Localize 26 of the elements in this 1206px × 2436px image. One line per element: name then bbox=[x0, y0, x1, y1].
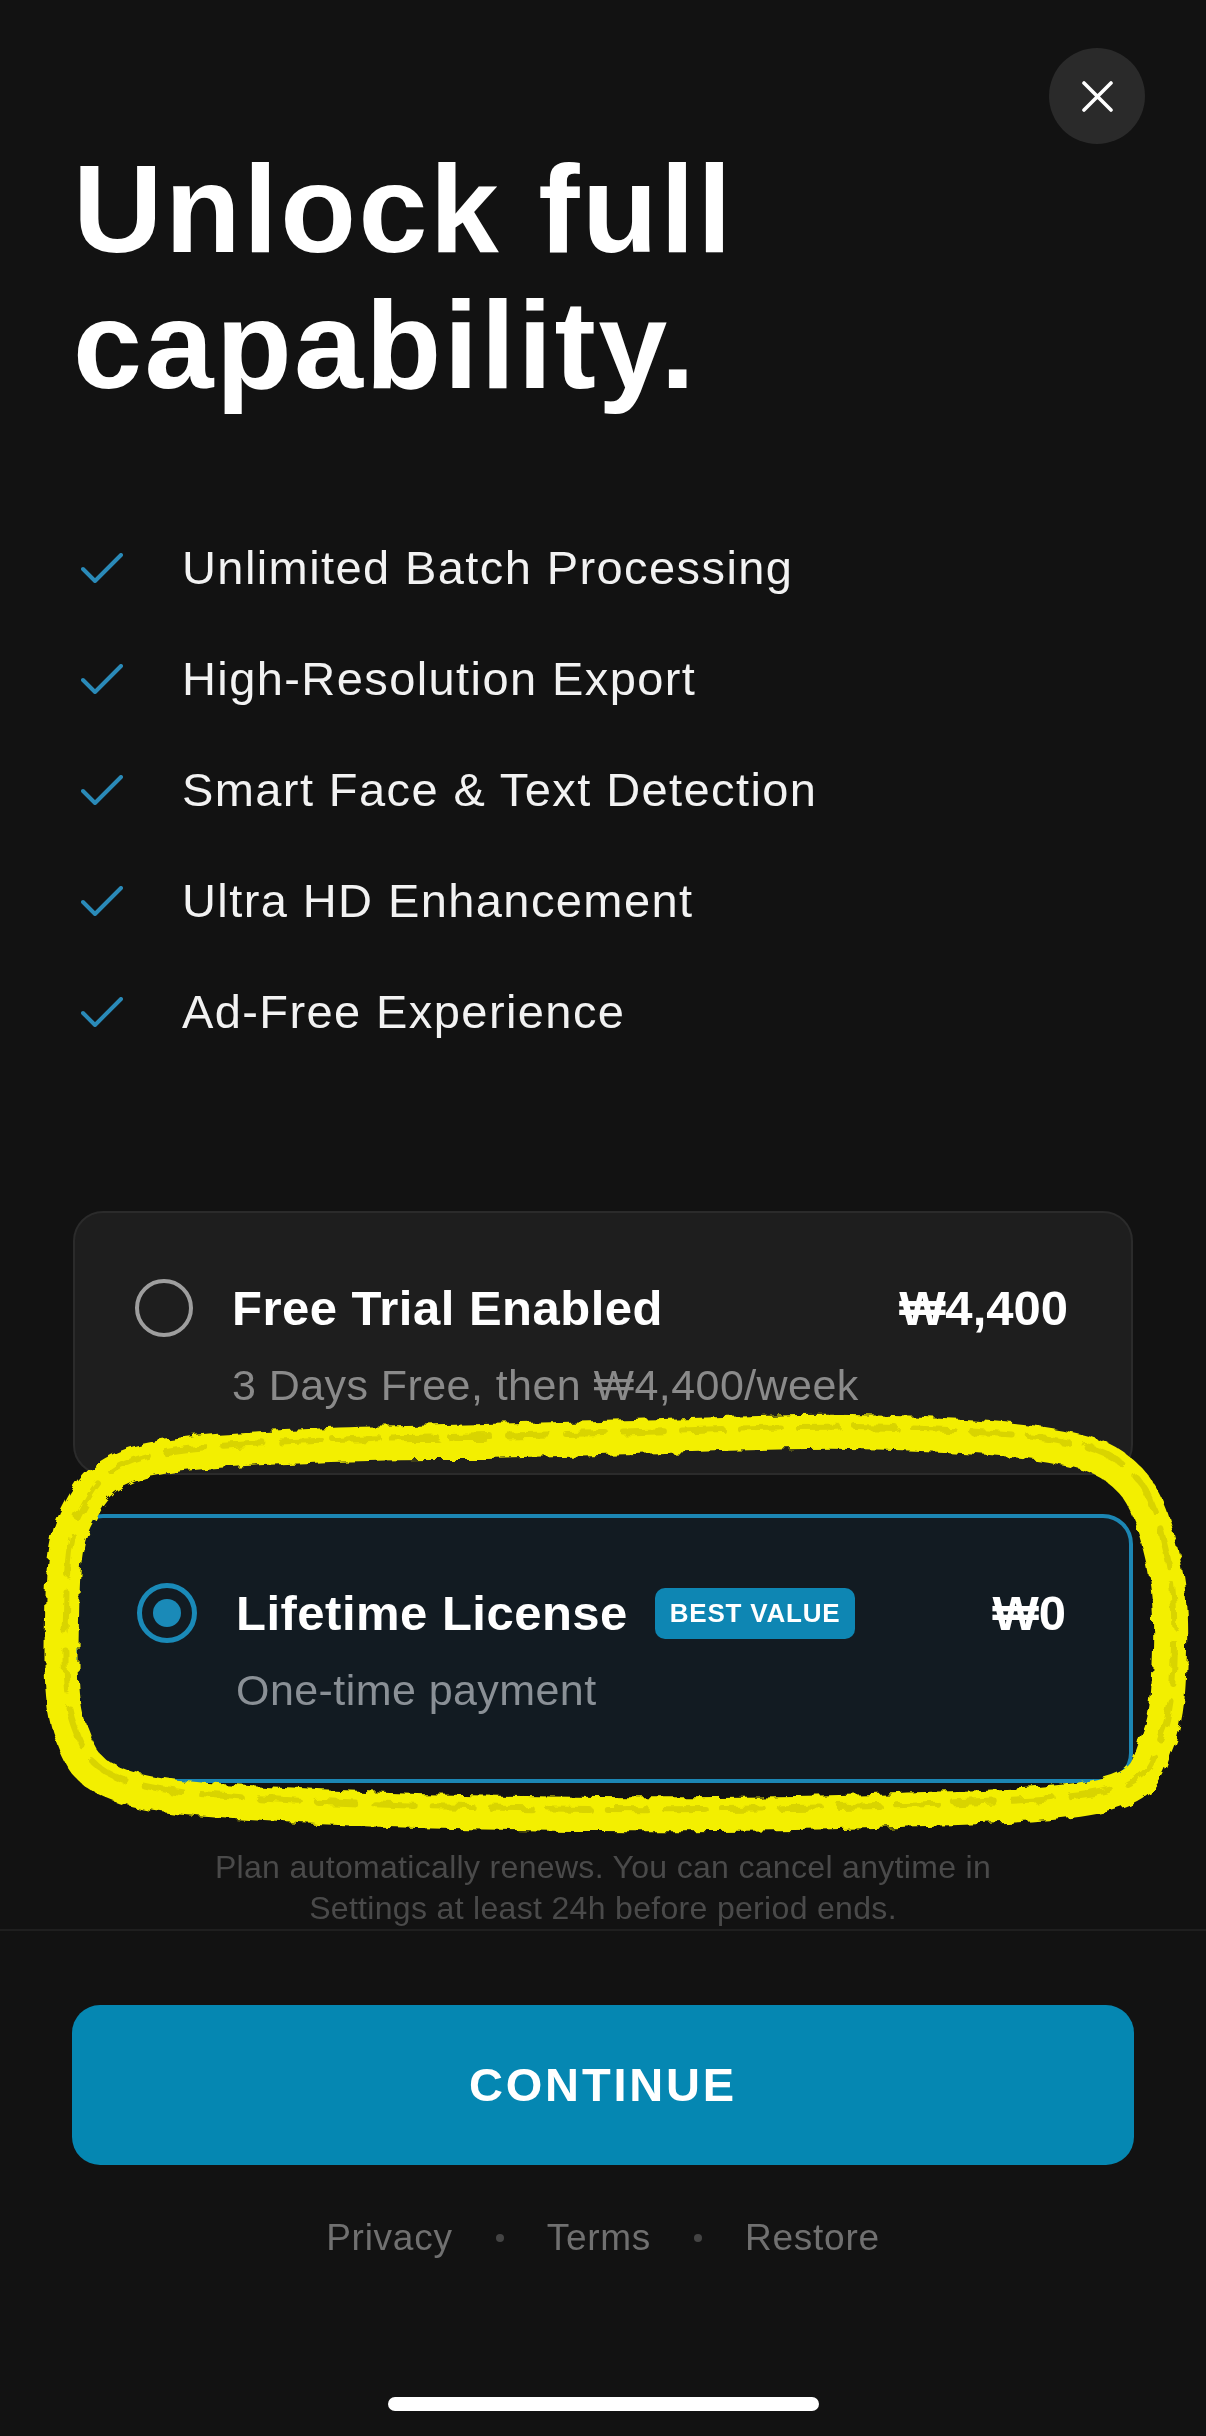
footer-link[interactable]: Terms bbox=[546, 2218, 652, 2258]
plan-title: Lifetime License bbox=[236, 1585, 628, 1642]
best-value-badge: BEST VALUE bbox=[654, 1587, 856, 1639]
continue-button[interactable]: CONTINUE bbox=[72, 2005, 1134, 2165]
plan-price: ₩0 bbox=[992, 1585, 1066, 1642]
close-icon bbox=[1081, 80, 1113, 112]
check-icon bbox=[81, 996, 123, 1027]
feature-text: Smart Face & Text Detection bbox=[182, 761, 818, 818]
radio-button[interactable] bbox=[137, 1583, 197, 1643]
feature-text: Unlimited Batch Processing bbox=[182, 539, 794, 596]
check-icon bbox=[81, 663, 123, 694]
plan-description: 3 Days Free, then ₩4,400/week bbox=[232, 1361, 859, 1409]
plan-title: Free Trial Enabled bbox=[232, 1280, 663, 1337]
check-icon bbox=[81, 774, 123, 805]
footer-link[interactable]: Privacy bbox=[326, 2218, 453, 2258]
radio-button[interactable] bbox=[135, 1279, 193, 1337]
check-icon bbox=[81, 552, 123, 583]
headline: Unlock full capability. bbox=[73, 141, 736, 413]
plan-description: One-time payment bbox=[236, 1666, 597, 1714]
feature-text: Ultra HD Enhancement bbox=[182, 872, 694, 929]
footer-link[interactable]: Restore bbox=[745, 2218, 880, 2258]
check-icon bbox=[81, 885, 123, 916]
renewal-disclaimer: Plan automatically renews. You can cancel anytime in Settings at least 24h before period ends. bbox=[213, 1848, 993, 1928]
feature-text: High-Resolution Export bbox=[182, 650, 697, 707]
feature-text: Ad-Free Experience bbox=[182, 983, 626, 1040]
plan-price: ₩4,400 bbox=[899, 1280, 1068, 1337]
